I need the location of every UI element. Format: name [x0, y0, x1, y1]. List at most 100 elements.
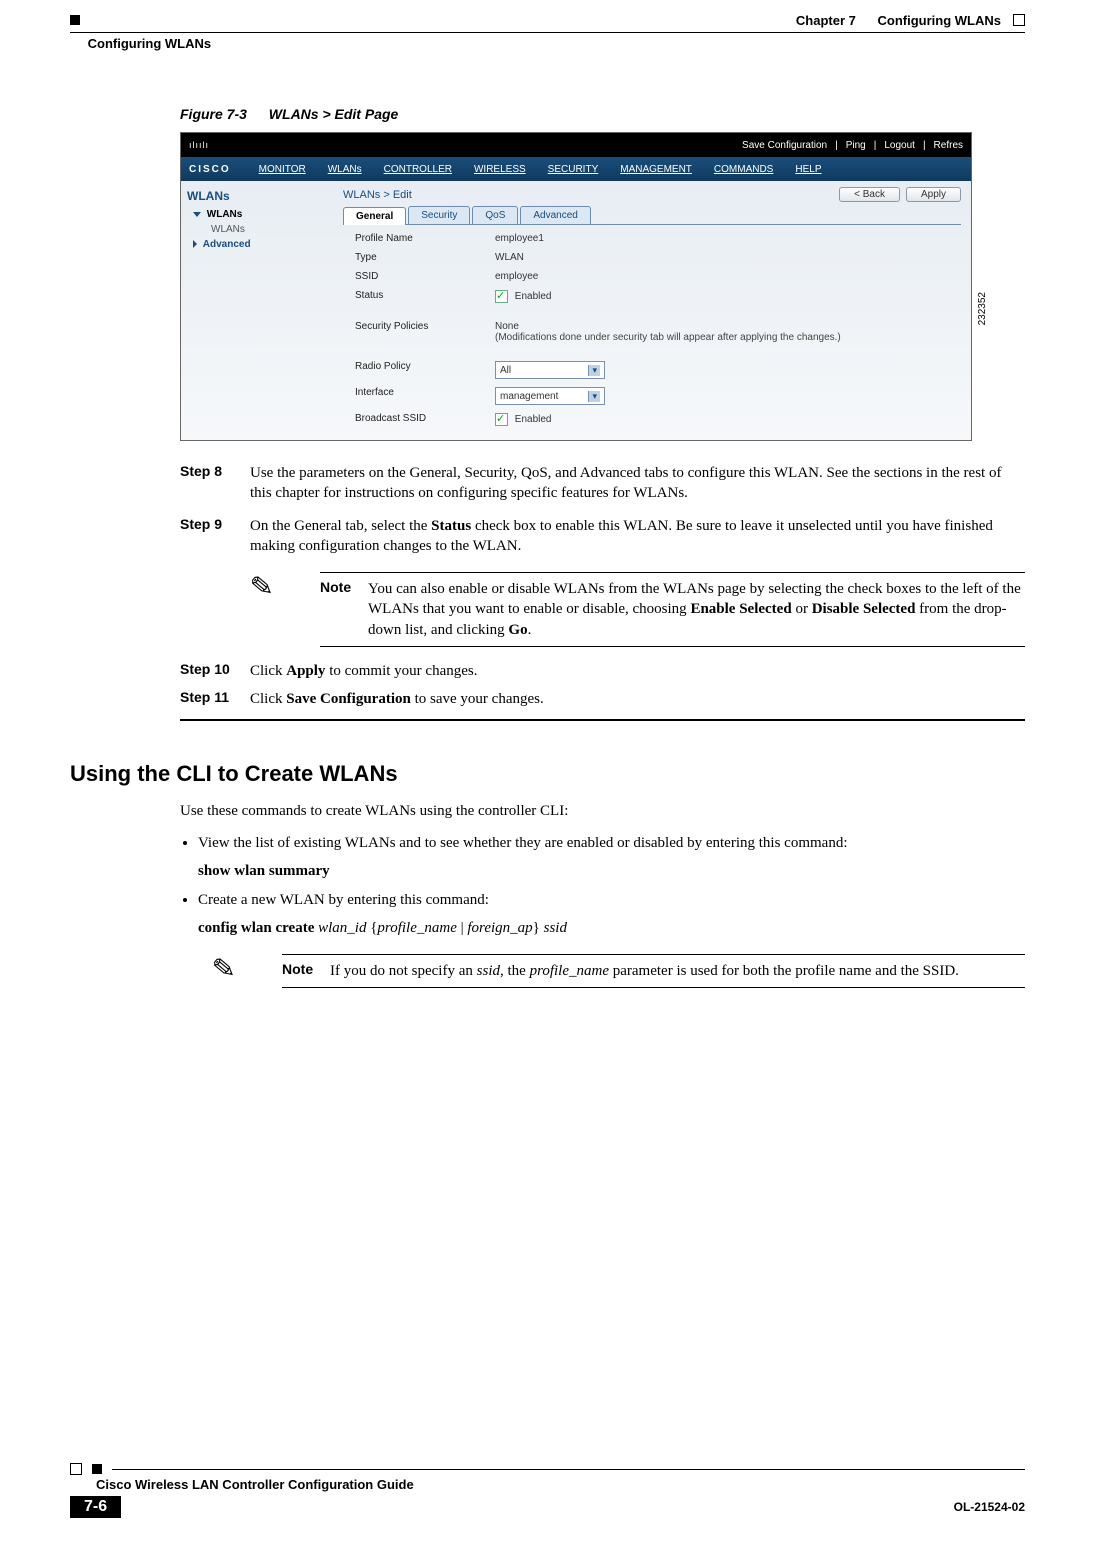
sidebar-item-wlans[interactable]: WLANs	[193, 209, 327, 220]
breadcrumb-row: WLANs > Edit < Back Apply	[343, 187, 961, 202]
chevron-down-icon: ▾	[588, 365, 600, 376]
sidebar-item-advanced[interactable]: Advanced	[193, 239, 327, 250]
save-config-link[interactable]: Save Configuration	[742, 140, 827, 151]
chapter-title: Configuring WLANs	[878, 13, 1001, 28]
sidebar-item-label: WLANs	[211, 224, 245, 235]
step-body: Use the parameters on the General, Secur…	[250, 463, 1025, 504]
section-title: Configuring WLANs	[70, 36, 1025, 51]
text: Click	[250, 663, 286, 679]
chevron-down-icon	[193, 212, 201, 217]
tab-advanced[interactable]: Advanced	[520, 206, 590, 224]
breadcrumb: WLANs > Edit	[343, 189, 412, 201]
italic-text: foreign_ap	[467, 920, 532, 936]
ping-link[interactable]: Ping	[846, 140, 866, 151]
section-heading-cli: Using the CLI to Create WLANs	[70, 761, 1025, 787]
tab-security[interactable]: Security	[408, 206, 470, 224]
screenshot-menubar: CISCO MONITOR WLANs CONTROLLER WIRELESS …	[181, 157, 971, 181]
text: }	[533, 920, 544, 936]
sidebar-title: WLANs	[187, 189, 327, 203]
text: Click	[250, 691, 286, 707]
header-rule	[70, 32, 1025, 33]
broadcast-value-text: Enabled	[515, 414, 552, 425]
footer-rule-row	[70, 1463, 1025, 1475]
note-block-1: ✎ Note You can also enable or disable WL…	[250, 572, 1025, 647]
back-button[interactable]: < Back	[839, 187, 900, 202]
figure-wrapper: ılıılı Save Configuration | Ping | Logou…	[180, 132, 970, 441]
menu-help[interactable]: HELP	[787, 164, 829, 175]
chapter-number: Chapter 7	[796, 13, 856, 28]
chevron-down-icon: ▾	[588, 391, 600, 402]
step-9: Step 9 On the General tab, select the St…	[180, 516, 1025, 557]
italic-text: profile_name	[530, 963, 609, 979]
italic-text: ssid	[544, 920, 567, 936]
menu-wireless[interactable]: WIRELESS	[466, 164, 534, 175]
menu-wlans[interactable]: WLANs	[320, 164, 370, 175]
menu-commands[interactable]: COMMANDS	[706, 164, 781, 175]
text: parameter is used for both the profile n…	[609, 963, 959, 979]
bold-text: Save Configuration	[286, 691, 411, 707]
screenshot-sidebar: WLANs WLANs WLANs Advanced	[181, 181, 333, 440]
header-marker-right	[1013, 14, 1025, 26]
radio-policy-value: All ▾	[495, 361, 961, 379]
sidebar-item-wlans-child[interactable]: WLANs	[211, 224, 327, 235]
sidebar-item-label: Advanced	[203, 239, 251, 250]
menu-monitor[interactable]: MONITOR	[251, 164, 314, 175]
menu-management[interactable]: MANAGEMENT	[612, 164, 700, 175]
form-grid: Profile Name employee1 Type WLAN SSID em…	[355, 233, 961, 426]
bold-text: Status	[431, 518, 471, 534]
step-label: Step 11	[180, 689, 250, 709]
interface-select-value: management	[500, 391, 558, 402]
refresh-link[interactable]: Refres	[934, 140, 963, 151]
text: to save your changes.	[411, 691, 544, 707]
tab-general[interactable]: General	[343, 207, 406, 225]
page-footer: Cisco Wireless LAN Controller Configurat…	[70, 1463, 1025, 1518]
doc-number: OL-21524-02	[954, 1500, 1025, 1514]
text: On the General tab, select the	[250, 518, 431, 534]
figure-screenshot: ılıılı Save Configuration | Ping | Logou…	[180, 132, 972, 441]
note-label: Note	[282, 961, 330, 981]
text: to commit your changes.	[325, 663, 477, 679]
figure-title: WLANs > Edit Page	[269, 106, 399, 122]
note-block-2: ✎ Note If you do not specify an ssid, th…	[212, 954, 1025, 988]
interface-select[interactable]: management ▾	[495, 387, 605, 405]
text: , the	[500, 963, 530, 979]
text: View the list of existing WLANs and to s…	[198, 835, 847, 851]
step-label: Step 9	[180, 516, 250, 557]
chevron-right-icon	[193, 240, 197, 248]
bold-text: Go	[508, 622, 527, 638]
screenshot-body: WLANs WLANs WLANs Advanced	[181, 181, 971, 440]
type-value: WLAN	[495, 252, 961, 263]
header-marker-left	[70, 15, 80, 25]
apply-button[interactable]: Apply	[906, 187, 961, 202]
text: Create a new WLAN by entering this comma…	[198, 892, 489, 908]
note-text: If you do not specify an ssid, the profi…	[330, 961, 1025, 981]
text: {	[366, 920, 377, 936]
sidebar-item-label: WLANs	[207, 209, 243, 220]
footer-marker-left	[70, 1463, 82, 1475]
menu-controller[interactable]: CONTROLLER	[376, 164, 460, 175]
italic-text: ssid	[477, 963, 500, 979]
status-label: Status	[355, 290, 495, 303]
profile-name-value: employee1	[495, 233, 961, 244]
tabs: General Security QoS Advanced	[343, 206, 961, 225]
profile-name-label: Profile Name	[355, 233, 495, 244]
type-label: Type	[355, 252, 495, 263]
logout-link[interactable]: Logout	[884, 140, 915, 151]
screenshot-main: WLANs > Edit < Back Apply General Securi…	[333, 181, 971, 440]
note-text: You can also enable or disable WLANs fro…	[368, 579, 1025, 640]
step-body: Click Save Configuration to save your ch…	[250, 689, 1025, 709]
figure-image-number: 232352	[977, 292, 988, 325]
cli-command: show wlan summary	[198, 860, 1025, 883]
step-10: Step 10 Click Apply to commit your chang…	[180, 661, 1025, 681]
list-item: Create a new WLAN by entering this comma…	[198, 889, 1025, 940]
status-checkbox[interactable]	[495, 290, 508, 303]
tab-qos[interactable]: QoS	[472, 206, 518, 224]
header-right: Chapter 7 Configuring WLANs	[796, 13, 1001, 28]
radio-policy-select[interactable]: All ▾	[495, 361, 605, 379]
italic-text: wlan_id	[318, 920, 366, 936]
cli-command: config wlan create wlan_id {profile_name…	[198, 917, 1025, 940]
list-item: View the list of existing WLANs and to s…	[198, 832, 1025, 883]
step-body: On the General tab, select the Status ch…	[250, 516, 1025, 557]
broadcast-checkbox[interactable]	[495, 413, 508, 426]
menu-security[interactable]: SECURITY	[540, 164, 607, 175]
